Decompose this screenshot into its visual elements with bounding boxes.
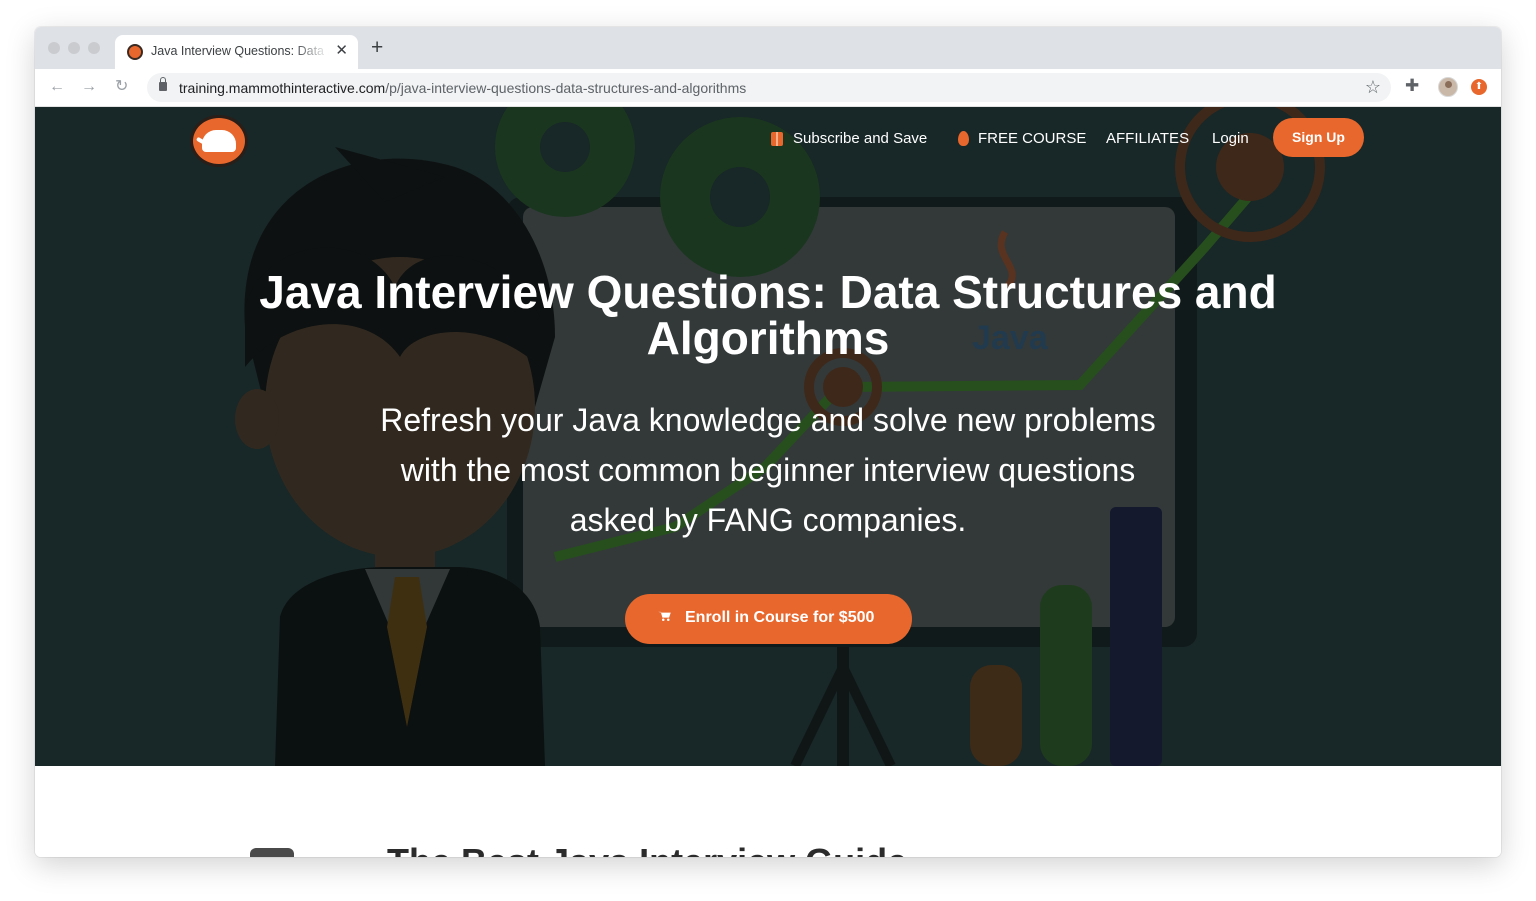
content-heading: The Best Java Interview Guide	[387, 842, 907, 858]
hero-section: Java Subscribe and Save FREE COURSE AFFI…	[35, 107, 1501, 766]
url-text[interactable]: training.mammothinteractive.com/p/java-i…	[179, 80, 746, 96]
close-tab-icon[interactable]: ✕	[335, 43, 348, 59]
browser-tab[interactable]: Java Interview Questions: Data Structure…	[115, 35, 358, 69]
fire-icon	[958, 131, 969, 146]
enroll-button-label: Enroll in Course for $500	[685, 609, 875, 626]
site-favicon-icon	[127, 44, 143, 60]
update-icon[interactable]: ⬆	[1471, 79, 1487, 95]
reload-icon[interactable]: ↻	[115, 78, 128, 96]
zoom-window-button[interactable]	[88, 42, 100, 54]
bookmark-star-icon[interactable]: ☆	[1365, 77, 1381, 98]
enroll-button[interactable]: Enroll in Course for $500	[625, 594, 912, 644]
nav-affiliates[interactable]: AFFILIATES	[1106, 130, 1189, 150]
new-tab-icon[interactable]: +	[371, 37, 383, 58]
nav-free-course[interactable]: FREE COURSE	[978, 130, 1086, 150]
lock-icon[interactable]	[159, 77, 167, 91]
profile-avatar[interactable]	[1438, 77, 1458, 97]
back-icon[interactable]: ←	[49, 78, 65, 96]
forward-icon[interactable]: →	[81, 78, 97, 96]
nav-login[interactable]: Login	[1212, 130, 1249, 150]
hero-subtitle: Refresh your Java knowledge and solve ne…	[380, 402, 1156, 538]
cart-icon	[658, 611, 671, 621]
url-path: /p/java-interview-questions-data-structu…	[385, 80, 747, 96]
site-logo[interactable]	[190, 115, 248, 167]
browser-window: Java Interview Questions: Data Structure…	[35, 27, 1501, 857]
browser-toolbar: ← → ↻ training.mammothinteractive.com/p/…	[35, 69, 1501, 107]
course-content-section: The Best Java Interview Guide	[35, 766, 1501, 857]
close-window-button[interactable]	[48, 42, 60, 54]
mammoth-logo-icon	[202, 130, 236, 152]
tab-title: Java Interview Questions: Data Structure…	[151, 44, 329, 58]
url-host: training.mammothinteractive.com	[179, 80, 386, 96]
extensions-icon[interactable]: ✚	[1405, 76, 1419, 96]
minimize-window-button[interactable]	[68, 42, 80, 54]
address-bar[interactable]: training.mammothinteractive.com/p/java-i…	[147, 73, 1391, 102]
content-thumbnail	[250, 848, 294, 857]
gift-icon	[771, 132, 783, 146]
sign-up-button[interactable]: Sign Up	[1273, 118, 1364, 157]
hero-title: Java Interview Questions: Data Structure…	[259, 266, 1277, 364]
nav-subscribe-and-save[interactable]: Subscribe and Save	[793, 130, 927, 150]
tab-strip: Java Interview Questions: Data Structure…	[35, 27, 1501, 69]
